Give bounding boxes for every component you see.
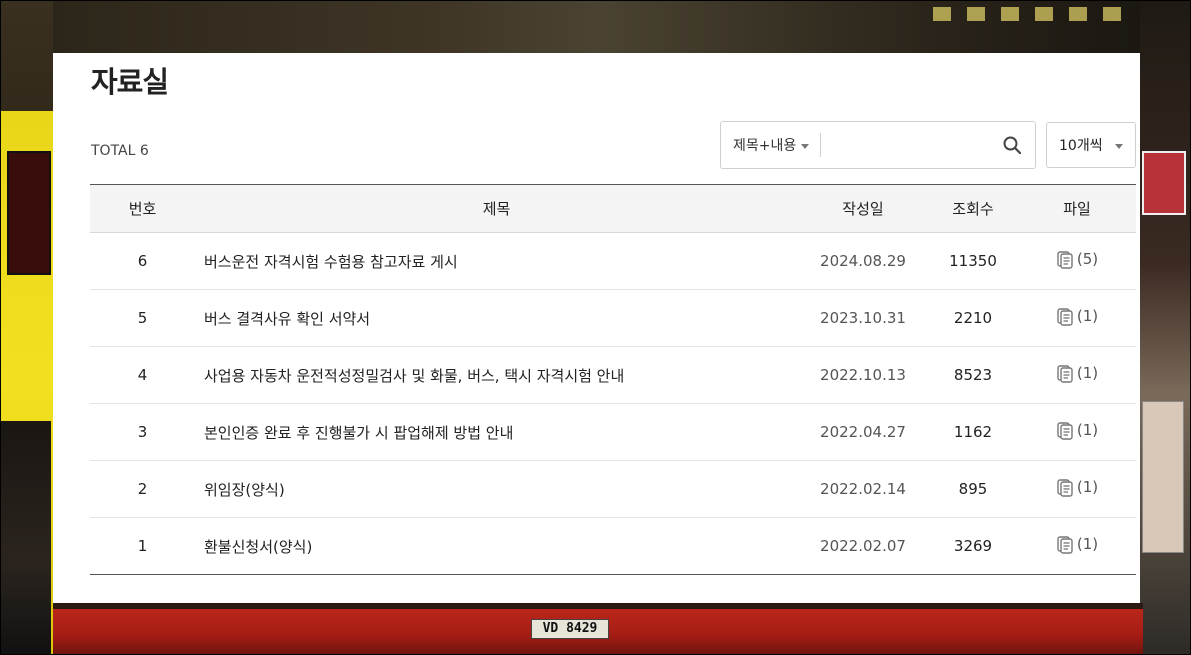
row-file-count: (1) [1076,535,1099,553]
per-page-select[interactable]: 10개씩 [1046,122,1136,168]
row-views: 895 [928,460,1018,518]
row-title-link[interactable]: 버스운전 자격시험 수험용 참고자료 게시 [200,253,458,271]
row-title-link[interactable]: 본인인증 완료 후 진행불가 시 팝업해제 방법 안내 [200,424,513,442]
table-row: 5 버스 결격사유 확인 서약서 2023.10.31 2210 (1) [90,289,1136,347]
row-no: 4 [90,346,195,404]
header-views: 조회수 [952,200,994,218]
background-person [1,421,51,654]
table-header-row: 번호 제목 작성일 조회수 파일 [90,184,1136,233]
table-row: 1 환불신청서(양식) 2022.02.07 3269 (1) [90,517,1136,575]
row-date: 2024.08.29 [798,232,928,290]
row-date: 2022.02.07 [798,517,928,575]
row-file-count: (1) [1076,307,1099,325]
row-file-count: (1) [1076,421,1099,439]
file-icon [1057,422,1073,440]
header-title: 제목 [482,200,511,218]
row-file-link[interactable]: (1) [1056,420,1098,440]
row-no: 2 [90,460,195,518]
row-date: 2022.10.13 [798,346,928,404]
row-no: 5 [90,289,195,347]
table-row: 2 위임장(양식) 2022.02.14 895 (1) [90,460,1136,518]
background-street-signs [1140,1,1190,654]
row-views: 1162 [928,403,1018,461]
table-row: 6 버스운전 자격시험 수험용 참고자료 게시 2024.08.29 11350… [90,232,1136,290]
row-views: 8523 [928,346,1018,404]
page-title: 자료실 [91,65,169,99]
table-body: 6 버스운전 자격시험 수험용 참고자료 게시 2024.08.29 11350… [90,232,1136,575]
file-icon [1057,365,1073,383]
row-file-link[interactable]: (5) [1056,249,1098,269]
table-row: 4 사업용 자동차 운전적성정밀검사 및 화물, 버스, 택시 자격시험 안내 … [90,346,1136,404]
total-count: TOTAL 6 [91,143,149,159]
header-date: 작성일 [842,200,884,218]
file-icon [1057,308,1073,326]
row-date: 2022.04.27 [798,403,928,461]
chevron-down-icon [1114,143,1123,149]
board-table: 번호 제목 작성일 조회수 파일 6 버스운전 자격시험 수험용 참고자료 게시… [90,184,1136,575]
chevron-down-icon [801,143,810,149]
row-title-link[interactable]: 버스 결격사유 확인 서약서 [200,310,370,328]
row-file-link[interactable]: (1) [1056,534,1098,554]
row-date: 2023.10.31 [798,289,928,347]
file-icon [1057,536,1073,554]
row-no: 6 [90,232,195,290]
row-no: 3 [90,403,195,461]
row-no: 1 [90,517,195,575]
search-box: 제목+내용 [720,121,1036,169]
screen: VD 8429 자료실 TOTAL 6 제목+내용 10개씩 번호 제목 작성일… [0,0,1191,655]
row-views: 2210 [928,289,1018,347]
header-no: 번호 [128,200,157,218]
row-file-link[interactable]: (1) [1056,306,1098,326]
license-plate: VD 8429 [531,619,609,639]
row-file-count: (5) [1076,250,1099,268]
search-scope-select[interactable]: 제목+내용 [721,122,821,168]
row-title-link[interactable]: 위임장(양식) [200,481,285,499]
search-input[interactable] [825,128,989,164]
background-building [53,1,1143,53]
row-file-link[interactable]: (1) [1056,363,1098,383]
row-file-link[interactable]: (1) [1056,477,1098,497]
search-divider [820,133,821,157]
per-page-label: 10개씩 [1059,138,1103,154]
file-icon [1057,251,1073,269]
row-file-count: (1) [1076,478,1099,496]
row-title-link[interactable]: 환불신청서(양식) [200,538,312,556]
search-scope-label: 제목+내용 [733,138,797,154]
background-red-bus: VD 8429 [53,603,1143,654]
content-panel: 자료실 TOTAL 6 제목+내용 10개씩 번호 제목 작성일 조회수 파일 … [53,53,1140,603]
search-button[interactable] [999,132,1025,158]
row-file-count: (1) [1076,364,1099,382]
header-file: 파일 [1063,200,1091,218]
table-row: 3 본인인증 완료 후 진행불가 시 팝업해제 방법 안내 2022.04.27… [90,403,1136,461]
row-title-link[interactable]: 사업용 자동차 운전적성정밀검사 및 화물, 버스, 택시 자격시험 안내 [200,367,624,385]
row-views: 3269 [928,517,1018,575]
file-icon [1057,479,1073,497]
search-icon [1003,136,1022,155]
row-date: 2022.02.14 [798,460,928,518]
row-views: 11350 [928,232,1018,290]
